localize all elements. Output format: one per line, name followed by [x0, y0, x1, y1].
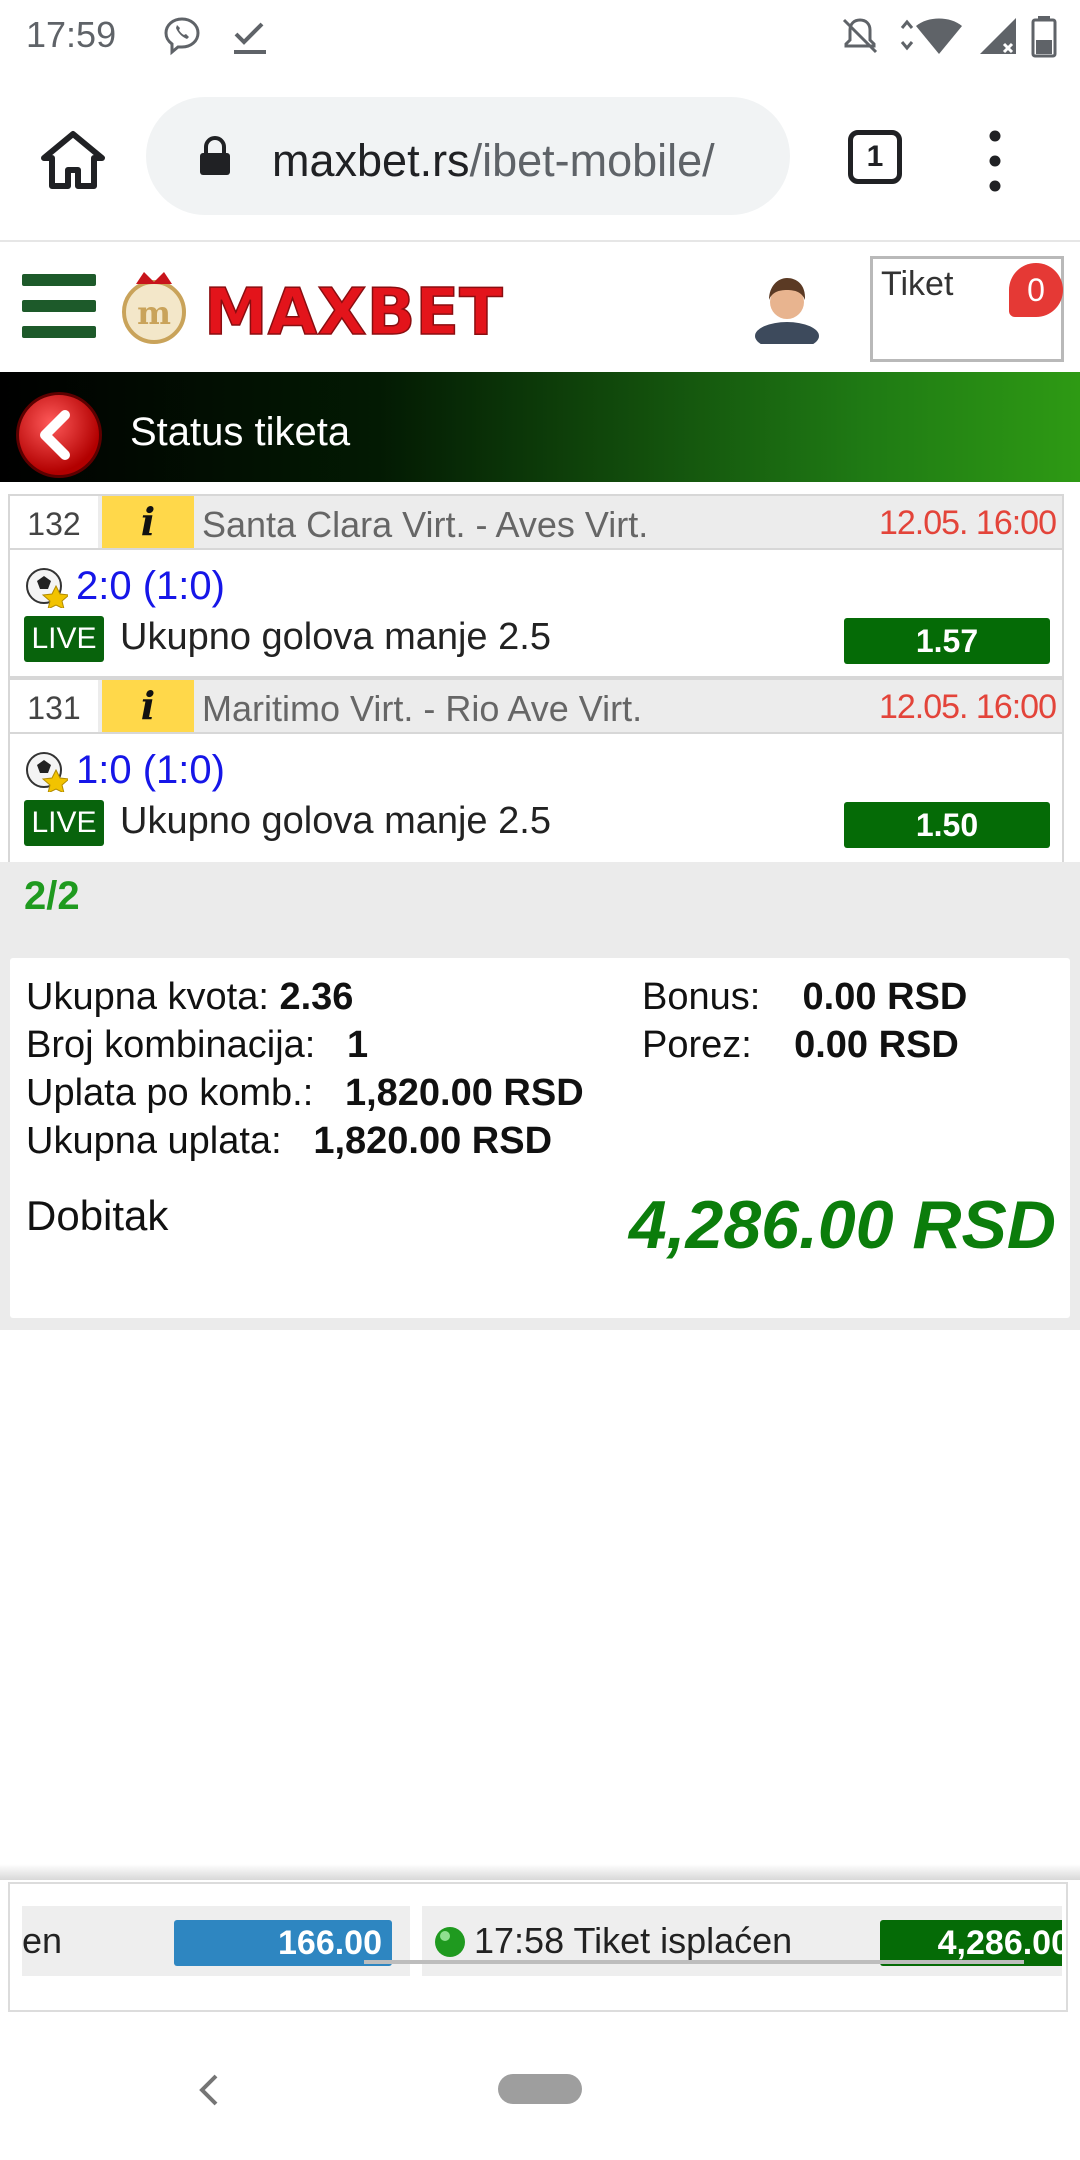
live-badge: LIVE: [24, 800, 104, 846]
soccer-ball-icon: [26, 752, 68, 792]
total-stake-row: Ukupna uplata: 1,820.00 RSD: [26, 1120, 552, 1163]
match-number: 132: [10, 496, 98, 548]
status-time: 17:59: [26, 14, 117, 55]
payout-label: Dobitak: [26, 1192, 169, 1239]
url-bar[interactable]: maxbet.rs/ibet-mobile/: [146, 97, 790, 215]
green-dot-icon: [435, 1927, 465, 1957]
match-teams: Santa Clara Virt. - Aves Virt.: [202, 504, 649, 545]
bet-type: Ukupno golova manje 2.5: [120, 616, 551, 658]
stake-per-comb-row: Uplata po komb.: 1,820.00 RSD: [26, 1072, 584, 1115]
match-count: 2/2: [24, 874, 80, 918]
live-badge: LIVE: [24, 616, 104, 662]
info-icon[interactable]: i: [102, 680, 194, 732]
chevron-left-icon: [40, 410, 70, 460]
total-stake-label: Ukupna uplata:: [26, 1120, 282, 1162]
bet-type: Ukupno golova manje 2.5: [120, 800, 551, 842]
check-icon: [234, 22, 266, 54]
match-teams: Maritimo Virt. - Rio Ave Virt.: [202, 688, 643, 729]
hamburger-menu-icon[interactable]: [22, 274, 96, 338]
svg-text:m: m: [137, 294, 171, 332]
maxbet-logo[interactable]: m MAXBET: [114, 262, 564, 352]
ticker-item-text: 17:58 Tiket isplaćen: [474, 1920, 793, 1961]
back-button[interactable]: [16, 392, 102, 478]
viber-icon: [164, 17, 200, 56]
ticker-item-amount: 166.00: [174, 1920, 392, 1966]
more-menu-icon[interactable]: [978, 126, 1012, 196]
ticket-summary: Ukupna kvota: 2.36 Broj kombinacija: 1 U…: [10, 958, 1070, 1318]
nav-home-pill[interactable]: [498, 2074, 582, 2104]
ticket-count-badge: 0: [1009, 263, 1063, 317]
logo-text: MAXBET: [204, 276, 503, 350]
odd-value: 1.57: [844, 618, 1050, 664]
ticket-button[interactable]: Tiket 0: [870, 256, 1064, 362]
stake-per-comb-label: Uplata po komb.:: [26, 1072, 314, 1114]
ticket-label: Tiket: [881, 265, 954, 303]
soccer-ball-icon: [26, 568, 68, 608]
url-domain: maxbet.rs: [272, 135, 470, 186]
status-bar: 17:59: [0, 0, 1080, 72]
match-datetime: 12.05. 16:00: [878, 504, 1057, 542]
battery-icon: [1031, 16, 1057, 58]
match-header: 132 i Santa Clara Virt. - Aves Virt. 12.…: [10, 496, 1062, 550]
ticker-scrollbar[interactable]: [364, 1960, 1024, 1964]
page-title-bar: Status tiketa: [0, 372, 1080, 482]
odd-value: 1.50: [844, 802, 1050, 848]
ticker-item: 17:58 Tiket isplaćen 4,286.00: [422, 1906, 1062, 1976]
user-account-icon[interactable]: [752, 272, 822, 344]
wifi-data-icon: [900, 18, 962, 54]
payout-ticker[interactable]: en 166.00 17:58 Tiket isplaćen 4,286.00: [8, 1882, 1068, 2012]
info-icon[interactable]: i: [102, 496, 194, 548]
combinations-row: Broj kombinacija: 1: [26, 1024, 368, 1067]
stake-per-comb-value: 1,820.00 RSD: [344, 1072, 584, 1114]
system-nav-bar: [0, 2016, 1080, 2160]
combinations-value: 1: [347, 1024, 369, 1066]
ticker-item: en 166.00: [22, 1906, 410, 1976]
url-text: maxbet.rs/ibet-mobile/: [272, 135, 715, 187]
nav-back-icon[interactable]: [190, 2068, 230, 2112]
page-title: Status tiketa: [130, 410, 351, 454]
home-icon[interactable]: [38, 126, 108, 196]
total-odds-label: Ukupna kvota:: [26, 976, 269, 1018]
bonus-label: Bonus:: [642, 976, 761, 1018]
combinations-label: Broj kombinacija:: [26, 1024, 316, 1066]
match-row: 131 i Maritimo Virt. - Rio Ave Virt. 12.…: [8, 678, 1064, 864]
total-stake-value: 1,820.00 RSD: [313, 1120, 553, 1162]
site-header: m MAXBET Tiket 0: [0, 242, 1080, 370]
tax-value: 0.00 RSD: [794, 1024, 959, 1066]
ticker-item-text: en: [22, 1920, 63, 1961]
match-datetime: 12.05. 16:00: [878, 688, 1057, 726]
bonus-row: Bonus: 0.00 RSD: [642, 976, 967, 1019]
ticker-shadow: [0, 1864, 1080, 1880]
total-odds-row: Ukupna kvota: 2.36: [26, 976, 353, 1019]
match-score: 2:0 (1:0): [76, 564, 225, 608]
browser-toolbar: maxbet.rs/ibet-mobile/ 1: [0, 72, 1080, 242]
match-row: 132 i Santa Clara Virt. - Aves Virt. 12.…: [8, 494, 1064, 678]
signal-icon: [980, 18, 1016, 54]
url-path: /ibet-mobile/: [469, 135, 715, 186]
tax-row: Porez: 0.00 RSD: [642, 1024, 959, 1067]
bonus-value: 0.00 RSD: [802, 976, 968, 1018]
tab-switcher-button[interactable]: 1: [848, 130, 902, 184]
total-odds-value: 2.36: [279, 976, 354, 1018]
match-number: 131: [10, 680, 98, 732]
payout-value: 4,286.00 RSD: [628, 1187, 1056, 1263]
tax-label: Porez:: [642, 1024, 752, 1066]
lock-icon: [200, 136, 230, 175]
match-score: 1:0 (1:0): [76, 748, 225, 792]
notifications-off-icon: [842, 18, 878, 54]
match-header: 131 i Maritimo Virt. - Rio Ave Virt. 12.…: [10, 680, 1062, 734]
